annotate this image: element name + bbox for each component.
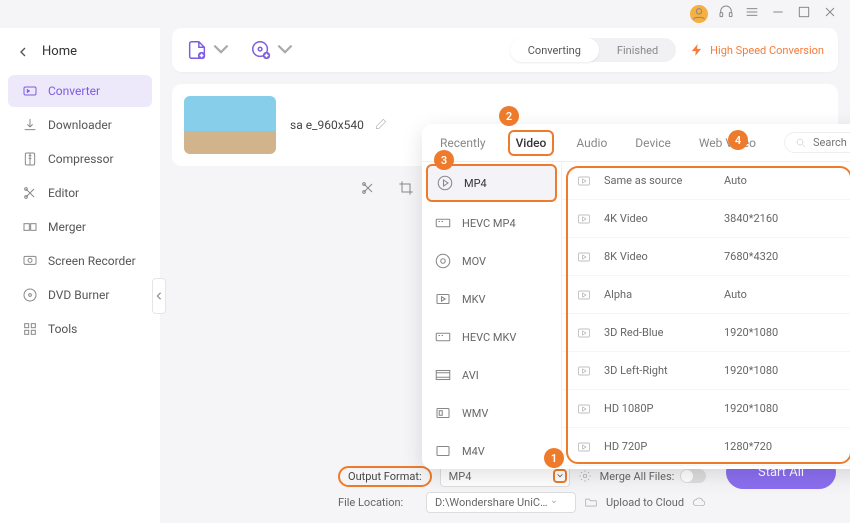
high-speed-conversion[interactable]: High Speed Conversion (690, 43, 824, 57)
format-hevc-mkv[interactable]: HEVC MKV (422, 318, 561, 356)
format-mov[interactable]: MOV (422, 242, 561, 280)
maximize-icon[interactable] (796, 4, 812, 24)
file-location-select[interactable]: D:\Wondershare UniConverter 1 (426, 492, 576, 513)
chevron-down-icon[interactable] (553, 469, 567, 483)
upload-label: Upload to Cloud (606, 496, 684, 509)
format-m4v[interactable]: M4V (422, 432, 561, 469)
home-link[interactable]: Home (0, 36, 160, 67)
minimize-icon[interactable] (770, 4, 786, 24)
resolution-item[interactable]: 8K Video7680*4320 (562, 238, 850, 276)
seg-converting[interactable]: Converting (510, 38, 599, 62)
file-location-label: File Location: (338, 496, 418, 509)
sidebar-item-compressor[interactable]: Compressor (8, 143, 152, 175)
trim-icon[interactable] (360, 180, 376, 200)
file-name: sa e_960x540 (290, 118, 364, 132)
tab-audio[interactable]: Audio (570, 132, 613, 154)
resolution-item[interactable]: AlphaAuto (562, 276, 850, 314)
merge-toggle[interactable] (680, 469, 706, 483)
sidebar-item-screen-recorder[interactable]: Screen Recorder (8, 245, 152, 277)
sidebar-item-downloader[interactable]: Downloader (8, 109, 152, 141)
add-dvd-button[interactable] (250, 39, 296, 61)
format-mkv[interactable]: MKV (422, 280, 561, 318)
close-icon[interactable] (822, 4, 838, 24)
format-list: MP4 HEVC MP4 MOV MKV HEVC MKV AVI WMV M4… (422, 162, 562, 469)
badge-2: 2 (499, 106, 519, 126)
toolbar: Converting Finished High Speed Conversio… (172, 28, 838, 72)
format-avi[interactable]: AVI (422, 356, 561, 394)
edit-name-icon[interactable] (374, 116, 388, 135)
sidebar-collapse-handle[interactable] (152, 278, 166, 314)
crop-icon[interactable] (398, 180, 414, 200)
merge-label: Merge All Files: (600, 470, 675, 483)
add-file-button[interactable] (186, 39, 232, 61)
resolution-list: Same as sourceAuto4K Video3840*21608K Vi… (562, 162, 850, 469)
format-hevc-mp4[interactable]: HEVC MP4 (422, 204, 561, 242)
resolution-item[interactable]: 3D Left-Right1920*1080 (562, 352, 850, 390)
menu-icon[interactable] (744, 4, 760, 24)
badge-3: 3 (434, 150, 454, 170)
sidebar-item-converter[interactable]: Converter (8, 75, 152, 107)
avatar[interactable] (690, 5, 708, 23)
sidebar-item-tools[interactable]: Tools (8, 313, 152, 345)
search-input[interactable] (813, 136, 850, 149)
sidebar-item-dvd-burner[interactable]: DVD Burner (8, 279, 152, 311)
resolution-item[interactable]: HD 720P1280*720 (562, 428, 850, 466)
resolution-item[interactable]: 3D Red-Blue1920*1080 (562, 314, 850, 352)
cloud-icon[interactable] (692, 495, 706, 509)
home-label: Home (42, 44, 77, 59)
resolution-item[interactable]: 4K Video3840*2160 (562, 200, 850, 238)
badge-1: 1 (544, 448, 564, 468)
tab-device[interactable]: Device (629, 132, 677, 154)
segment-control: Converting Finished (510, 38, 676, 62)
sidebar: Home Converter Downloader Compressor Edi… (0, 28, 160, 523)
resolution-item[interactable]: Same as sourceAuto (562, 162, 850, 200)
output-format-label: Output Format: (338, 466, 432, 487)
resolution-item[interactable]: HD 1080P1920*1080 (562, 390, 850, 428)
format-dropdown: Recently Video Audio Device Web Video MP… (422, 124, 850, 469)
seg-finished[interactable]: Finished (599, 38, 676, 62)
sidebar-item-editor[interactable]: Editor (8, 177, 152, 209)
headset-icon[interactable] (718, 4, 734, 24)
badge-4: 4 (728, 130, 748, 150)
thumbnail[interactable] (184, 96, 276, 154)
folder-icon[interactable] (584, 495, 598, 509)
tab-video[interactable]: Video (508, 130, 555, 156)
gear-icon[interactable] (578, 469, 592, 483)
format-wmv[interactable]: WMV (422, 394, 561, 432)
format-search[interactable] (784, 132, 850, 153)
sidebar-item-merger[interactable]: Merger (8, 211, 152, 243)
